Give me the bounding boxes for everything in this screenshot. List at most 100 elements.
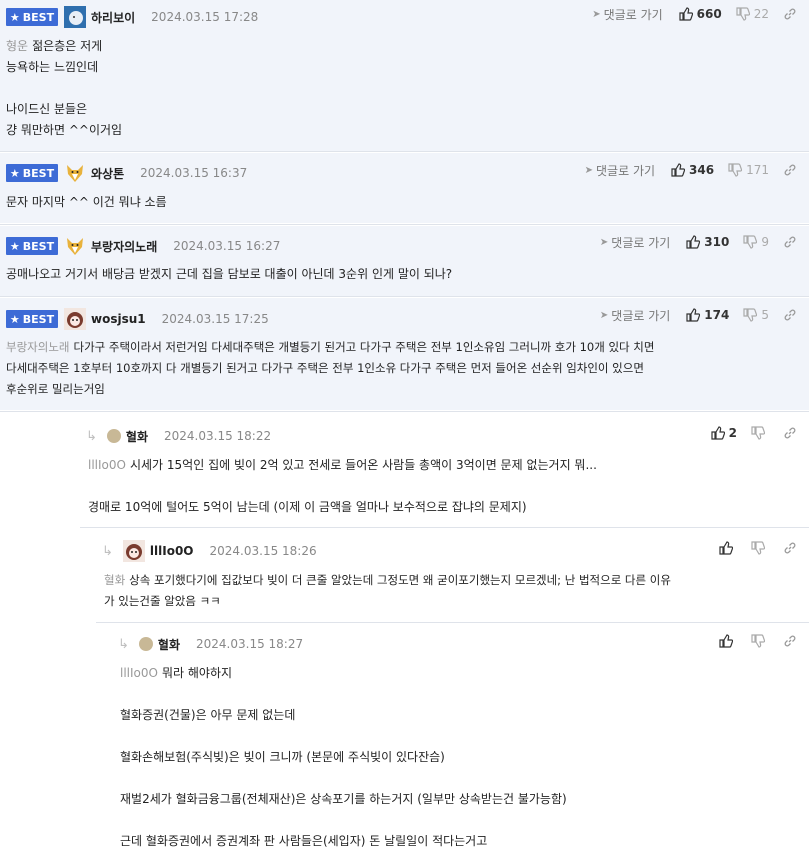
mention[interactable]: lllIo0O bbox=[88, 458, 126, 472]
comment-body: 형운 젊은층은 저게 능욕하는 느낌인데 나이드신 분들은 걍 뭐만하면 ^^이거… bbox=[6, 39, 123, 137]
best-badge: ★ BEST bbox=[6, 8, 58, 26]
thumbs-up-icon bbox=[671, 163, 686, 177]
reply-actions: 2 bbox=[711, 423, 797, 443]
dislike-button[interactable]: 5 bbox=[743, 308, 769, 322]
star-icon: ★ bbox=[9, 239, 20, 253]
like-button[interactable]: 174 bbox=[686, 308, 729, 322]
divider bbox=[0, 411, 809, 412]
thumbs-down-icon bbox=[751, 634, 765, 648]
comment-actions: ➤ 댓글로 가기 310 9 bbox=[600, 232, 797, 252]
link-icon[interactable] bbox=[783, 426, 797, 440]
like-button[interactable]: 310 bbox=[686, 235, 729, 249]
reply-arrow-icon: ↳ bbox=[102, 543, 113, 559]
like-button[interactable]: 2 bbox=[711, 426, 737, 440]
thumbs-down-icon bbox=[728, 163, 743, 177]
avatar[interactable] bbox=[64, 6, 86, 28]
comment-body: 부랑자의노래 다가구 주택이라서 저런거임 다세대주택은 개별등기 된거고 다가구… bbox=[6, 340, 655, 396]
link-icon[interactable] bbox=[783, 7, 797, 21]
goto-reply-link[interactable]: ➤ 댓글로 가기 bbox=[600, 234, 670, 251]
link-icon[interactable] bbox=[783, 308, 797, 322]
mention[interactable]: 형운 bbox=[6, 39, 28, 53]
reply-body: lllIo0O 뭐라 해야하지 혈화증권(건물)은 아무 문제 없는데 혈화손해보… bbox=[120, 666, 567, 848]
avatar[interactable] bbox=[122, 540, 145, 562]
comment-date: 2024.03.15 18:22 bbox=[164, 429, 272, 443]
mention[interactable]: 부랑자의노래 bbox=[6, 340, 69, 354]
thumbs-up-icon bbox=[719, 541, 733, 555]
goto-reply-link[interactable]: ➤ 댓글로 가기 bbox=[592, 6, 662, 23]
reply-actions bbox=[719, 538, 797, 558]
comment-actions: ➤ 댓글로 가기 660 22 bbox=[592, 4, 797, 24]
dislike-button[interactable]: 9 bbox=[743, 235, 769, 249]
thumbs-up-icon bbox=[719, 634, 733, 648]
avatar[interactable] bbox=[138, 637, 153, 651]
thumbs-down-icon bbox=[751, 541, 765, 555]
star-icon: ★ bbox=[9, 10, 20, 24]
thumbs-down-icon bbox=[751, 426, 765, 440]
comment-date: 2024.03.15 16:37 bbox=[140, 166, 248, 180]
thumbs-down-icon bbox=[736, 7, 750, 21]
comment-header: ★ BEST wosjsu1 2024.03.15 17:25 bbox=[6, 308, 269, 330]
best-badge: ★ BEST bbox=[6, 310, 58, 328]
reply-arrow-icon: ↳ bbox=[86, 428, 97, 444]
divider bbox=[96, 622, 809, 623]
thumbs-up-icon bbox=[686, 235, 701, 249]
reply-actions bbox=[719, 631, 797, 651]
goto-reply-link[interactable]: ➤ 댓글로 가기 bbox=[585, 162, 655, 179]
avatar[interactable] bbox=[64, 235, 86, 257]
star-icon: ★ bbox=[9, 312, 20, 326]
link-icon[interactable] bbox=[783, 634, 797, 648]
like-button[interactable]: 346 bbox=[671, 163, 714, 177]
dislike-button[interactable] bbox=[751, 634, 769, 648]
like-button[interactable] bbox=[719, 541, 737, 555]
avatar[interactable] bbox=[64, 162, 86, 184]
avatar[interactable] bbox=[106, 429, 121, 443]
link-icon[interactable] bbox=[783, 541, 797, 555]
send-arrow-icon: ➤ bbox=[599, 236, 609, 248]
comment-body: 공매나오고 거기서 배당금 받겠지 근데 집을 담보로 대출이 아닌데 3순위 … bbox=[6, 267, 453, 281]
comment-header: ★ BEST 와상톤 2024.03.15 16:37 bbox=[6, 163, 247, 183]
comment-date: 2024.03.15 18:26 bbox=[209, 544, 317, 558]
send-arrow-icon: ➤ bbox=[592, 8, 601, 20]
link-icon[interactable] bbox=[783, 235, 797, 249]
comment-date: 2024.03.15 16:27 bbox=[173, 239, 281, 253]
best-badge: ★ BEST bbox=[6, 237, 58, 255]
mention[interactable]: 혈화 bbox=[104, 573, 125, 587]
comment-actions: ➤ 댓글로 가기 346 171 bbox=[585, 160, 797, 180]
divider bbox=[80, 527, 809, 528]
thumbs-down-icon bbox=[743, 235, 758, 249]
best-badge: ★ BEST bbox=[6, 164, 58, 182]
author-nickname[interactable]: 와상톤 bbox=[91, 165, 124, 182]
like-button[interactable]: 660 bbox=[679, 7, 722, 21]
comment-date: 2024.03.15 17:28 bbox=[151, 10, 259, 24]
goto-reply-link[interactable]: ➤ 댓글로 가기 bbox=[600, 307, 670, 324]
author-nickname[interactable]: 혈화 bbox=[126, 428, 148, 445]
avatar[interactable] bbox=[64, 308, 86, 330]
thumbs-up-icon bbox=[679, 7, 693, 21]
dislike-button[interactable]: 171 bbox=[728, 163, 769, 177]
comment-body: 문자 마지막 ^^ 이건 뭐냐 소름 bbox=[6, 195, 167, 209]
like-button[interactable] bbox=[719, 634, 737, 648]
reply-body: lllIo0O 시세가 15억인 집에 빚이 2억 있고 전세로 들어온 사람들 … bbox=[88, 458, 597, 514]
author-nickname[interactable]: wosjsu1 bbox=[91, 312, 146, 326]
reply-header: ↳ 혈화 2024.03.15 18:22 bbox=[86, 426, 271, 446]
divider bbox=[0, 151, 809, 152]
mention[interactable]: lllIo0O bbox=[120, 666, 158, 680]
star-icon: ★ bbox=[9, 166, 20, 180]
divider bbox=[0, 224, 809, 225]
dislike-button[interactable] bbox=[751, 426, 769, 440]
comment-date: 2024.03.15 18:27 bbox=[196, 637, 304, 651]
author-nickname[interactable]: 부랑자의노래 bbox=[91, 238, 157, 255]
divider bbox=[0, 296, 809, 297]
reply-arrow-icon: ↳ bbox=[118, 636, 129, 652]
thumbs-up-icon bbox=[711, 426, 725, 440]
comment-date: 2024.03.15 17:25 bbox=[161, 312, 269, 326]
comment-header: ★ BEST 하리보이 2024.03.15 17:28 bbox=[6, 6, 259, 28]
dislike-button[interactable]: 22 bbox=[736, 7, 769, 21]
author-nickname[interactable]: 하리보이 bbox=[91, 9, 135, 26]
link-icon[interactable] bbox=[783, 163, 797, 177]
dislike-button[interactable] bbox=[751, 541, 769, 555]
author-nickname[interactable]: 혈화 bbox=[158, 636, 180, 653]
reply-header: ↳ lllIo0O 2024.03.15 18:26 bbox=[102, 540, 317, 562]
thumbs-down-icon bbox=[743, 308, 758, 322]
author-nickname[interactable]: lllIo0O bbox=[150, 544, 194, 558]
